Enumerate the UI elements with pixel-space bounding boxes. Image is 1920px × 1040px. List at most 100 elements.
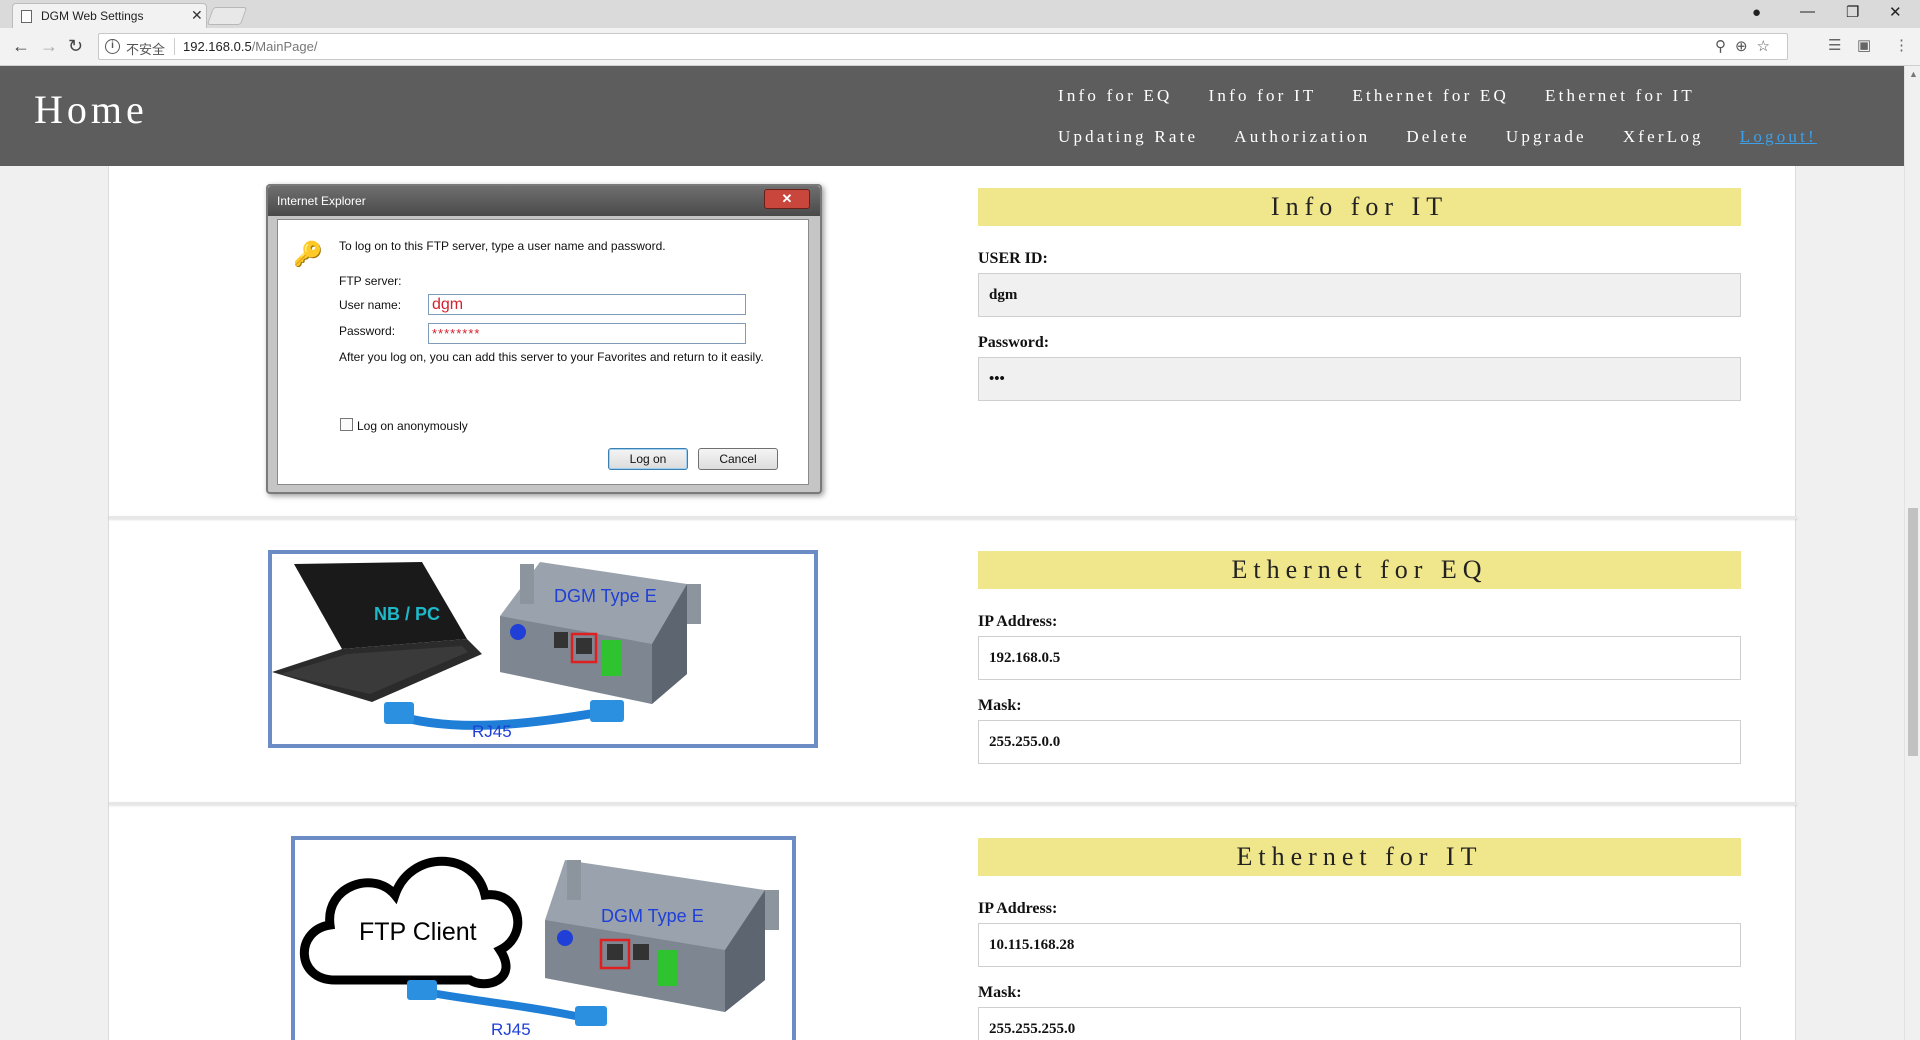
- username-label: User name:: [339, 298, 402, 312]
- menu-icon[interactable]: ⋮: [1894, 36, 1909, 54]
- dgm-type-label: DGM Type E: [554, 586, 657, 606]
- dialog-note: After you log on, you can add this serve…: [339, 350, 764, 364]
- dialog-prompt: To log on to this FTP server, type a use…: [339, 239, 666, 253]
- rj45-plug-left: [384, 702, 414, 724]
- nav-delete[interactable]: Delete: [1406, 127, 1470, 147]
- terminal-block: [657, 950, 677, 986]
- address-tools[interactable]: ⚲⊕☆: [1715, 37, 1779, 55]
- eq-port: [576, 638, 592, 654]
- nav-ethernet-eq[interactable]: Ethernet for EQ: [1352, 86, 1509, 106]
- it-mask-label: Mask:: [978, 984, 1022, 1001]
- home-link[interactable]: Home: [34, 86, 148, 133]
- key-icon: ⚲: [1714, 38, 1735, 55]
- rj45-label: RJ45: [491, 1020, 531, 1039]
- zoom-icon: ⊕: [1734, 38, 1757, 55]
- rj45-label: RJ45: [472, 722, 512, 741]
- back-icon[interactable]: ←: [12, 36, 30, 56]
- ftp-login-illustration: Internet Explorer ✕ 🔑 To log on to this …: [266, 184, 822, 494]
- password-field-label: Password:: [978, 334, 1050, 351]
- window-close-button[interactable]: ✕: [1889, 3, 1902, 21]
- forward-icon[interactable]: →: [40, 36, 58, 56]
- new-tab-button[interactable]: [206, 7, 248, 25]
- info-icon[interactable]: i: [105, 39, 120, 54]
- security-label: 不安全: [126, 42, 166, 57]
- browser-tab[interactable]: DGM Web Settings ✕: [12, 3, 207, 28]
- eq-port: [633, 944, 649, 960]
- restore-button[interactable]: ❐: [1846, 3, 1859, 21]
- nav-upgrade[interactable]: Upgrade: [1506, 127, 1587, 147]
- dialog-close-icon: ✕: [764, 189, 810, 209]
- dialog-titlebar: Internet Explorer ✕: [268, 186, 820, 216]
- password-label: Password:: [339, 324, 396, 338]
- nb-pc-label: NB / PC: [374, 604, 441, 624]
- address-separator: [174, 38, 175, 55]
- nav-row-1: Info for EQ Info for IT Ethernet for EQ …: [1058, 86, 1888, 106]
- keys-icon: 🔑: [293, 241, 323, 268]
- nav-logout[interactable]: Logout!: [1740, 127, 1817, 147]
- eq-connection-drawing: [272, 562, 701, 730]
- power-led: [557, 930, 573, 946]
- url-text[interactable]: 192.168.0.5/MainPage/: [183, 39, 317, 54]
- browser-tabbar: DGM Web Settings ✕ ● — ❐ ✕: [0, 0, 1920, 28]
- section-divider: [109, 802, 1797, 805]
- web-page: Home Info for EQ Info for IT Ethernet fo…: [0, 66, 1904, 1040]
- main-content: Internet Explorer ✕ 🔑 To log on to this …: [108, 166, 1797, 1040]
- power-led: [510, 624, 526, 640]
- nav-info-it[interactable]: Info for IT: [1209, 86, 1317, 106]
- dgm-type-label: DGM Type E: [601, 906, 704, 926]
- ftp-server-label: FTP server:: [339, 274, 402, 288]
- nav-authorization[interactable]: Authorization: [1234, 127, 1370, 147]
- it-port: [554, 632, 568, 648]
- address-bar[interactable]: i 不安全 192.168.0.5/MainPage/ ⚲⊕☆: [98, 33, 1788, 60]
- nav-xferlog[interactable]: XferLog: [1623, 127, 1704, 147]
- rj45-plug-right: [575, 1006, 607, 1026]
- page-scrollbar[interactable]: ▲: [1904, 66, 1920, 1040]
- nav-row-2: Updating Rate Authorization Delete Upgra…: [1058, 127, 1888, 147]
- section-title-info-it: Info for IT: [978, 188, 1741, 226]
- bookmark-star-icon: ☆: [1756, 38, 1779, 55]
- profile-icon[interactable]: ●: [1752, 4, 1761, 21]
- cast-icon[interactable]: ▣: [1857, 36, 1871, 54]
- dialog-cancel-button: Cancel: [698, 448, 778, 470]
- eq-connection-illustration: NB / PC DGM Type E RJ45: [268, 550, 818, 748]
- it-ip-label: IP Address:: [978, 900, 1058, 917]
- ftp-client-label: FTP Client: [359, 918, 477, 946]
- eq-ip-field[interactable]: 192.168.0.5: [978, 636, 1741, 680]
- password-field[interactable]: •••: [978, 357, 1741, 401]
- section-title-ethernet-it: Ethernet for IT: [978, 838, 1741, 876]
- section-divider: [109, 516, 1797, 519]
- user-id-label: USER ID:: [978, 250, 1048, 267]
- dialog-title: Internet Explorer: [277, 194, 366, 208]
- browser-toolbar: ← → ↻ i 不安全 192.168.0.5/MainPage/ ⚲⊕☆ ☰ …: [0, 28, 1920, 66]
- extension-icon[interactable]: ☰: [1828, 36, 1841, 54]
- nav-ethernet-it[interactable]: Ethernet for IT: [1545, 86, 1695, 106]
- it-ip-field[interactable]: 10.115.168.28: [978, 923, 1741, 967]
- tab-close-icon[interactable]: ✕: [191, 7, 203, 24]
- scroll-up-icon[interactable]: ▲: [1909, 69, 1918, 79]
- terminal-block: [602, 640, 622, 676]
- anonymous-checkbox: [340, 418, 353, 431]
- dialog-body: 🔑 To log on to this FTP server, type a u…: [277, 219, 809, 485]
- eq-mask-label: Mask:: [978, 697, 1022, 714]
- anonymous-label: Log on anonymously: [357, 419, 468, 433]
- nav-info-eq[interactable]: Info for EQ: [1058, 86, 1173, 106]
- site-header: Home Info for EQ Info for IT Ethernet fo…: [0, 66, 1904, 166]
- minimize-button[interactable]: —: [1800, 3, 1815, 20]
- dialog-password-value: ********: [428, 323, 746, 344]
- it-mask-field[interactable]: 255.255.255.0: [978, 1007, 1741, 1040]
- reload-icon[interactable]: ↻: [68, 36, 83, 56]
- rj45-plug-right: [590, 700, 624, 722]
- dialog-logon-button: Log on: [608, 448, 688, 470]
- it-connection-illustration: FTP Client DGM Type E RJ45: [291, 836, 796, 1040]
- nav-updating-rate[interactable]: Updating Rate: [1058, 127, 1198, 147]
- scrollbar-thumb[interactable]: [1908, 508, 1918, 756]
- page-icon: [21, 10, 32, 23]
- eq-ip-label: IP Address:: [978, 613, 1058, 630]
- rj45-plug-left: [407, 980, 437, 1000]
- eq-mask-field[interactable]: 255.255.0.0: [978, 720, 1741, 764]
- it-port: [607, 944, 623, 960]
- user-id-field[interactable]: dgm: [978, 273, 1741, 317]
- dialog-username-value: dgm: [428, 294, 746, 315]
- section-title-ethernet-eq: Ethernet for EQ: [978, 551, 1741, 589]
- rj45-cable: [411, 986, 589, 1022]
